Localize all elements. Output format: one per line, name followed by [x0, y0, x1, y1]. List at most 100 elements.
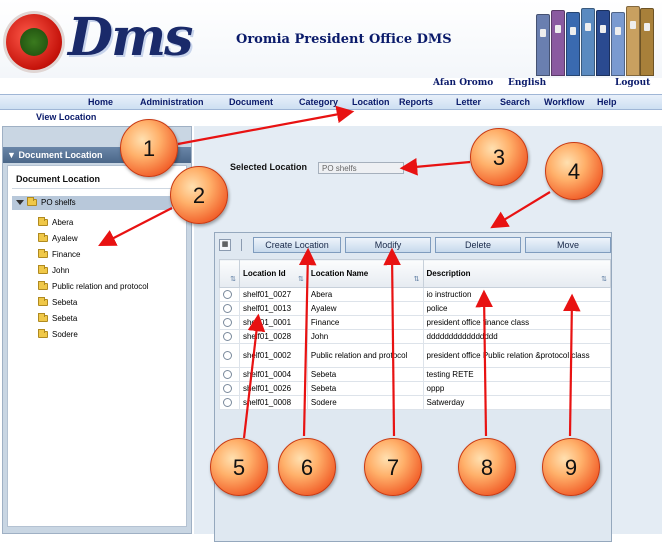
logout-link[interactable]: Logout: [615, 78, 650, 88]
lang-afan-oromo-link[interactable]: Afan Oromo: [433, 78, 493, 88]
table-row[interactable]: shelf01_0027 Abera io instruction: [219, 287, 612, 302]
row-select-radio[interactable]: [223, 332, 232, 342]
nav-document[interactable]: Document: [229, 97, 273, 107]
nav-reports[interactable]: Reports: [399, 97, 433, 107]
expand-triangle-icon[interactable]: [16, 200, 24, 206]
app-title: Oromia President Office DMS: [236, 32, 452, 47]
location-tree-title: Document Location: [16, 174, 101, 184]
tree-item-label: Abera: [52, 218, 74, 227]
lang-english-link[interactable]: English: [508, 78, 546, 88]
selected-location-label: Selected Location: [230, 162, 308, 172]
sort-icon[interactable]: ⇅: [230, 275, 236, 283]
emblem-icon: [6, 14, 62, 70]
folder-icon: [38, 313, 48, 323]
row-select-radio[interactable]: [223, 370, 232, 380]
table-row[interactable]: shelf01_0026 Sebeta oppp: [219, 381, 612, 396]
sort-icon[interactable]: ⇅: [298, 275, 304, 283]
nav-location[interactable]: Location: [352, 97, 390, 107]
cell-description: testing RETE: [422, 367, 612, 382]
create-location-button[interactable]: Create Location: [253, 237, 341, 253]
logo-text: Dms: [68, 7, 193, 68]
tree-item[interactable]: Sodere: [38, 329, 78, 339]
cell-location-name: Ayalew: [306, 301, 424, 316]
column-header-label: Description: [426, 269, 471, 278]
cell-location-id: shelf01_0004: [238, 367, 308, 382]
row-select-radio[interactable]: [223, 384, 232, 394]
tree-item-label: Sodere: [52, 330, 78, 339]
annotation-bubble-5: 5: [210, 438, 268, 496]
row-select-radio[interactable]: [223, 290, 232, 300]
nav-category[interactable]: Category: [299, 97, 338, 107]
table-row[interactable]: shelf01_0002 Public relation and protoco…: [219, 343, 612, 368]
top-links: Afan Oromo English Logout: [0, 78, 662, 94]
left-sidebar: ▼ Document Location Document Location PO…: [2, 126, 192, 534]
main-nav: Home Administration Document Category Lo…: [0, 94, 662, 110]
cell-description: president office Public relation &protoc…: [422, 343, 612, 368]
row-select-radio[interactable]: [223, 304, 232, 314]
table-row[interactable]: shelf01_0001 Finance president office fi…: [219, 315, 612, 330]
folder-icon: [38, 233, 48, 243]
column-header-description[interactable]: Description ⇅: [422, 259, 612, 288]
grid-menu-icon[interactable]: ▦: [219, 239, 231, 251]
tree-item-label: Finance: [52, 250, 81, 259]
tree-item[interactable]: Finance: [38, 249, 81, 259]
tree-item[interactable]: Sebeta: [38, 297, 77, 307]
row-select-radio[interactable]: [223, 318, 232, 328]
nav-home[interactable]: Home: [88, 97, 113, 107]
left-panel-header-label: Document Location: [18, 150, 103, 160]
row-select-radio[interactable]: [223, 351, 232, 361]
table-row[interactable]: shelf01_0008 Sodere Satwerday: [219, 395, 612, 410]
collapse-triangle-icon[interactable]: ▼: [7, 150, 16, 160]
folder-icon: [38, 297, 48, 307]
table-row[interactable]: shelf01_0028 John dddddddddddddddd: [219, 329, 612, 344]
cell-location-name: John: [306, 329, 424, 344]
table-row[interactable]: shelf01_0013 Ayalew police: [219, 301, 612, 316]
move-button[interactable]: Move: [525, 237, 611, 253]
tree-item-label: Sebeta: [52, 314, 78, 323]
sort-icon[interactable]: ⇅: [601, 275, 607, 283]
column-header-location-name[interactable]: Location Name ⇅: [306, 259, 424, 288]
annotation-bubble-4: 4: [545, 142, 603, 200]
app-logo: Dms: [4, 6, 204, 72]
subnav-view-location[interactable]: View Location: [36, 112, 96, 122]
column-header-label: Location Id: [242, 269, 286, 278]
nav-workflow[interactable]: Workflow: [544, 97, 584, 107]
cell-location-name: Sebeta: [306, 367, 424, 382]
nav-search[interactable]: Search: [500, 97, 530, 107]
tree-item[interactable]: Ayalew: [38, 233, 78, 243]
cell-location-name: Abera: [306, 287, 424, 302]
column-header-label: Location Name: [310, 269, 369, 278]
table-row[interactable]: shelf01_0004 Sebeta testing RETE: [219, 367, 612, 382]
location-grid: ▦ Create Location Modify Delete Move ⇅ L…: [214, 232, 612, 542]
app-header: Dms Oromia President Office DMS: [0, 0, 662, 78]
cell-description: president office finance class: [422, 315, 612, 330]
nav-letter[interactable]: Letter: [456, 97, 481, 107]
modify-button[interactable]: Modify: [345, 237, 431, 253]
tree-item[interactable]: Sebeta: [38, 313, 78, 323]
nav-help[interactable]: Help: [597, 97, 617, 107]
folder-icon: [38, 265, 48, 275]
tree-item-label: John: [52, 266, 70, 275]
cell-location-id: shelf01_0001: [238, 315, 308, 330]
nav-administration[interactable]: Administration: [140, 97, 204, 107]
cell-location-name: Finance: [306, 315, 424, 330]
column-header-location-id[interactable]: Location Id ⇅: [238, 259, 308, 288]
select-column-header[interactable]: ⇅: [219, 259, 240, 288]
row-select-radio[interactable]: [223, 398, 232, 408]
delete-button[interactable]: Delete: [435, 237, 521, 253]
annotation-bubble-1: 1: [120, 119, 178, 177]
tree-item[interactable]: Public relation and protocol: [38, 281, 149, 291]
cell-location-id: shelf01_0013: [238, 301, 308, 316]
tree-root-label: PO shelfs: [41, 198, 76, 207]
tree-item[interactable]: Abera: [38, 217, 74, 227]
selected-location-field: PO shelfs: [318, 162, 404, 174]
toolbar-separator: [241, 239, 242, 251]
sort-icon[interactable]: ⇅: [414, 275, 420, 283]
folder-icon: [38, 329, 48, 339]
tree-item[interactable]: John: [38, 265, 70, 275]
tree-item-label: Ayalew: [52, 234, 78, 243]
tree-root-po-shelfs[interactable]: PO shelfs: [12, 196, 172, 210]
folder-icon: [38, 249, 48, 259]
cell-location-id: shelf01_0028: [238, 329, 308, 344]
cell-description: dddddddddddddddd: [422, 329, 612, 344]
